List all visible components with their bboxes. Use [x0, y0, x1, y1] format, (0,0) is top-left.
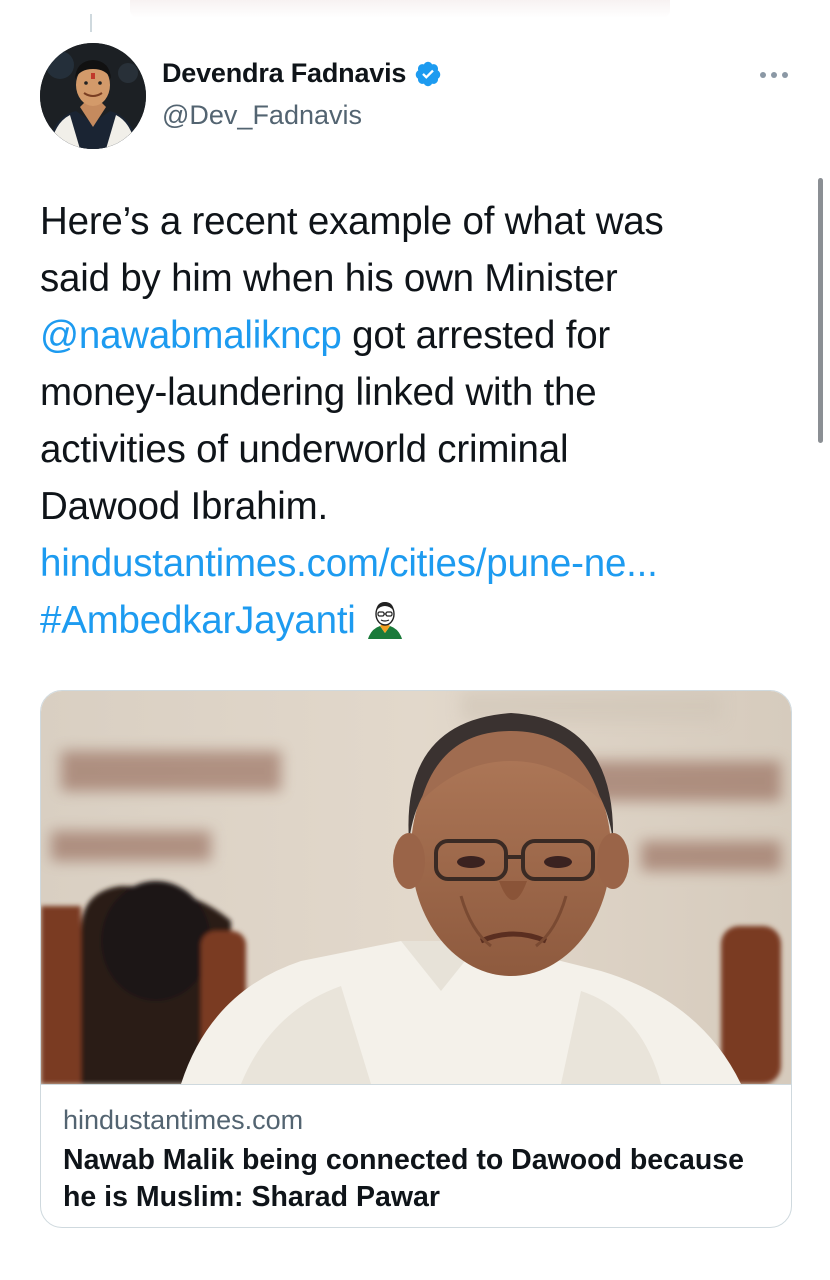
thread-connector-line — [90, 14, 92, 32]
tweet-text-line: Here’s a recent example of what was — [40, 200, 664, 243]
tweet-text-line: Dawood Ibrahim. — [40, 485, 329, 528]
tweet-text-fragment: got arrested for — [352, 314, 611, 357]
tweet-text-line: activities of underworld criminal — [40, 428, 569, 471]
scrollbar[interactable] — [818, 178, 823, 443]
tweet-text-line: money-laundering linked with the — [40, 371, 597, 414]
url-link[interactable]: hindustantimes.com/cities/pune-ne... — [40, 535, 780, 592]
author-name[interactable]: Devendra Fadnavis — [162, 58, 406, 89]
avatar-portrait-icon — [40, 43, 146, 149]
author-avatar[interactable] — [40, 43, 146, 149]
card-title: Nawab Malik being connected to Dawood be… — [63, 1144, 744, 1213]
author-handle[interactable]: @Dev_Fadnavis — [162, 100, 362, 131]
card-divider — [41, 1084, 791, 1085]
tweet-text: Here’s a recent example of what was said… — [40, 193, 780, 649]
card-image — [41, 691, 791, 1084]
mention-link[interactable]: @nawabmalikncp — [40, 314, 342, 357]
more-options-button[interactable] — [754, 62, 794, 88]
verified-badge-icon — [415, 61, 441, 86]
tweet-text-line: said by him when his own Minister — [40, 257, 618, 300]
card-domain: hindustantimes.com — [63, 1105, 304, 1135]
hashtag-line: #AmbedkarJayanti — [40, 592, 780, 649]
previous-content-fade — [130, 0, 670, 18]
tweet-text-line: @nawabmalikncp got arrested for — [40, 307, 780, 364]
hashtag-link[interactable]: #AmbedkarJayanti — [40, 599, 356, 642]
ambedkar-hashflag-icon — [367, 602, 402, 639]
more-options-icon — [760, 72, 788, 78]
author-name-row[interactable]: Devendra Fadnavis — [162, 58, 442, 89]
link-preview-card[interactable]: hindustantimes.com Nawab Malik being con… — [40, 690, 792, 1228]
